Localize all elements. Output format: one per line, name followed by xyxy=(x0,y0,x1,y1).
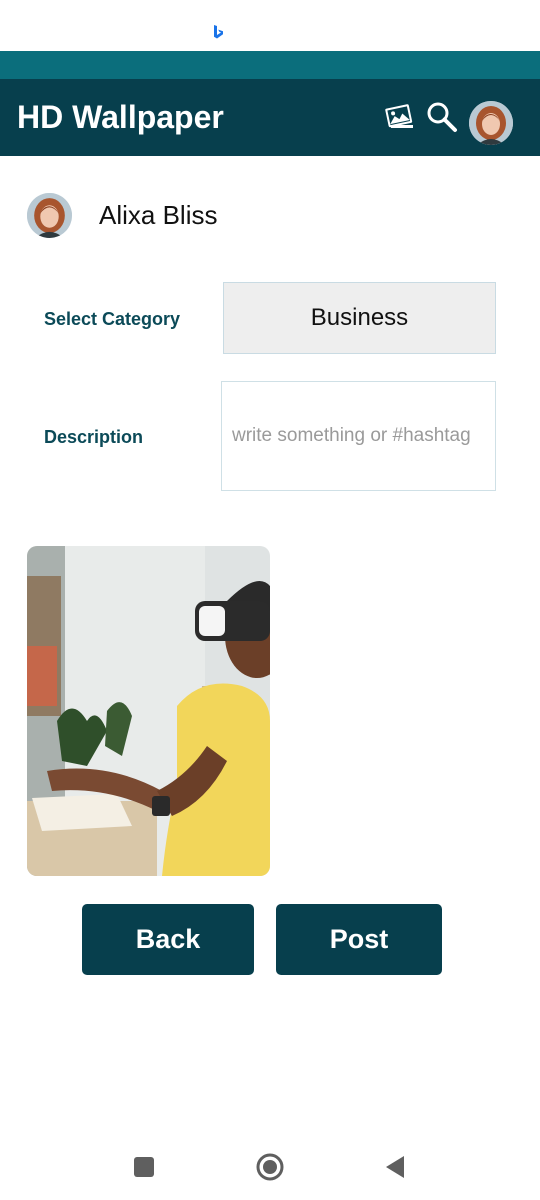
app-title: HD Wallpaper xyxy=(17,99,224,135)
search-icon[interactable] xyxy=(424,99,460,135)
selected-image-preview xyxy=(27,546,270,876)
post-author: Alixa Bliss xyxy=(27,193,507,239)
status-strip xyxy=(0,51,540,79)
app-bar: HD Wallpaper xyxy=(0,79,540,156)
post-button[interactable]: Post xyxy=(276,904,442,975)
user-name: Alixa Bliss xyxy=(99,200,218,230)
category-label: Select Category xyxy=(44,309,181,329)
description-label: Description xyxy=(44,427,144,447)
bing-icon xyxy=(212,24,224,40)
back-icon[interactable] xyxy=(382,1153,410,1181)
gallery-icon[interactable] xyxy=(382,99,418,135)
category-value: Business xyxy=(310,304,409,331)
user-avatar xyxy=(27,193,72,238)
system-nav-bar xyxy=(0,1135,540,1200)
avatar[interactable] xyxy=(469,101,513,145)
status-bar xyxy=(0,0,540,51)
back-button[interactable]: Back xyxy=(82,904,254,975)
recent-apps-icon[interactable] xyxy=(130,1153,158,1181)
home-icon[interactable] xyxy=(256,1153,284,1181)
description-input[interactable] xyxy=(221,381,496,491)
category-dropdown[interactable]: Business xyxy=(223,282,496,354)
